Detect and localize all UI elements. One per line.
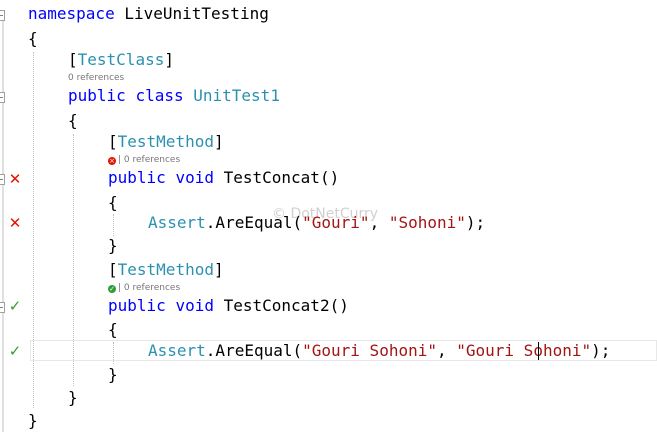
namespace-keyword: namespace [28, 4, 115, 23]
code-editor[interactable]: © DotNetCurry namespace LiveUnitTesting … [0, 0, 657, 438]
namespace-name: LiveUnitTesting [124, 4, 269, 23]
bracket: [ [68, 50, 78, 69]
code-line-brace[interactable]: { [108, 320, 118, 340]
code-line-brace[interactable]: { [68, 111, 78, 131]
public-keyword: public [68, 86, 126, 105]
codelens-method1[interactable]: × | 0 references [108, 154, 180, 166]
bracket: [ [108, 132, 118, 151]
code-line-method1-declaration[interactable]: public void TestConcat() [108, 168, 339, 188]
string-literal: "Gouri" [302, 213, 370, 232]
close-brace: } [68, 388, 78, 407]
method1-name: TestConcat() [223, 168, 340, 187]
collapse-method2-icon[interactable] [0, 302, 5, 313]
codelens-method1-references: | 0 references [118, 155, 181, 165]
collapse-method1-icon[interactable] [0, 174, 5, 185]
testmethod-attribute: TestMethod [117, 260, 214, 279]
call-end: ); [465, 213, 486, 232]
close-brace: } [108, 365, 118, 384]
public-keyword: public [108, 296, 166, 315]
bracket: ] [164, 50, 174, 69]
public-keyword: public [108, 168, 166, 187]
bracket: ] [213, 260, 224, 279]
test-passed-icon[interactable]: ✓ [6, 342, 24, 360]
open-brace: { [108, 193, 118, 212]
text-caret [538, 342, 539, 360]
string-literal: "Gouri Sohoni" [302, 341, 437, 360]
code-line-assert1[interactable]: Assert.AreEqual("Gouri", "Sohoni"); [148, 213, 485, 233]
open-brace: { [108, 320, 118, 339]
assert-class: Assert [148, 341, 206, 360]
test-failed-icon[interactable]: ✕ [6, 214, 24, 232]
assert-method: .AreEqual( [205, 341, 303, 360]
class-keyword: class [135, 86, 184, 105]
code-line-class-declaration[interactable]: public class UnitTest1 [68, 86, 280, 106]
testclass-attribute: TestClass [77, 50, 165, 69]
test-passed-icon[interactable]: ✓ [6, 297, 24, 315]
collapse-namespace-icon[interactable] [0, 10, 5, 21]
code-line-brace[interactable]: } [68, 388, 78, 408]
test-failed-icon: × [108, 157, 116, 165]
close-brace: } [28, 411, 38, 430]
outlining-margin [2, 12, 4, 432]
bracket: [ [108, 260, 118, 279]
string-literal: "Sohoni" [388, 213, 466, 232]
void-keyword: void [175, 296, 214, 315]
separator: , [436, 341, 457, 360]
close-brace: } [108, 236, 118, 255]
codelens-method2-references: | 0 references [118, 283, 181, 293]
code-line-method2-declaration[interactable]: public void TestConcat2() [108, 296, 349, 316]
codelens-class-references[interactable]: 0 references [68, 72, 124, 84]
bracket: ] [213, 132, 224, 151]
code-line-brace[interactable]: } [108, 365, 118, 385]
codelens-method2[interactable]: ✓ | 0 references [108, 282, 180, 294]
code-line-testclass-attribute[interactable]: [TestClass] [68, 50, 174, 70]
string-literal: "Gouri Sohoni" [456, 341, 592, 360]
code-line-assert2[interactable]: Assert.AreEqual("Gouri Sohoni", "Gouri S… [148, 341, 610, 361]
code-line-testmethod-attribute[interactable]: [TestMethod] [108, 132, 224, 152]
open-brace: { [28, 29, 38, 48]
collapse-class-icon[interactable] [0, 92, 5, 103]
method2-name: TestConcat2() [223, 296, 349, 315]
assert-class: Assert [148, 213, 206, 232]
code-line-brace[interactable]: { [28, 29, 38, 49]
open-brace: { [68, 111, 78, 130]
call-end: ); [591, 341, 611, 360]
test-failed-icon[interactable]: ✕ [6, 170, 24, 188]
code-line-brace[interactable]: { [108, 193, 118, 213]
code-line-brace[interactable]: } [28, 411, 38, 431]
code-line-testmethod-attribute[interactable]: [TestMethod] [108, 260, 224, 280]
separator: , [369, 213, 389, 232]
indent-guide [113, 214, 114, 236]
test-passed-icon: ✓ [108, 285, 116, 293]
assert-method: .AreEqual( [205, 213, 303, 232]
code-line-namespace[interactable]: namespace LiveUnitTesting [28, 4, 269, 24]
void-keyword: void [175, 168, 214, 187]
testmethod-attribute: TestMethod [117, 132, 214, 151]
class-name: UnitTest1 [193, 86, 280, 105]
code-line-brace[interactable]: } [108, 236, 118, 256]
